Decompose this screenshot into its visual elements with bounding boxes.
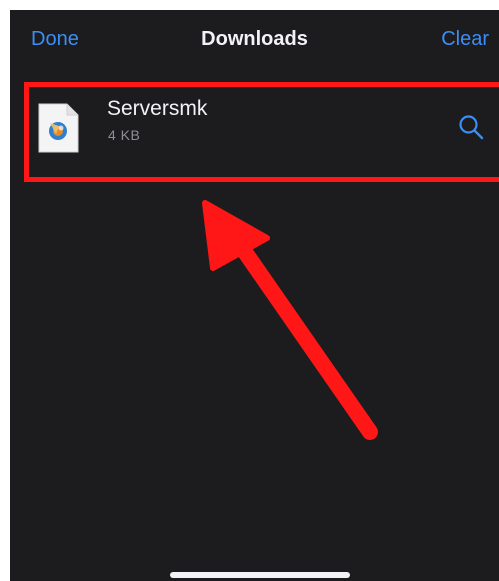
clear-button[interactable]: Clear [441, 28, 489, 51]
navigation-bar: Done Downloads Clear [10, 10, 499, 74]
downloads-screen: Done Downloads Clear Serversmk 4 KB [10, 10, 499, 581]
home-indicator [170, 572, 350, 578]
file-name: Serversmk [107, 97, 208, 120]
file-size: 4 KB [108, 127, 141, 143]
search-icon[interactable] [457, 113, 485, 141]
page-title: Downloads [201, 28, 308, 50]
highlight-box [24, 82, 499, 182]
installer-file-icon [38, 103, 79, 153]
